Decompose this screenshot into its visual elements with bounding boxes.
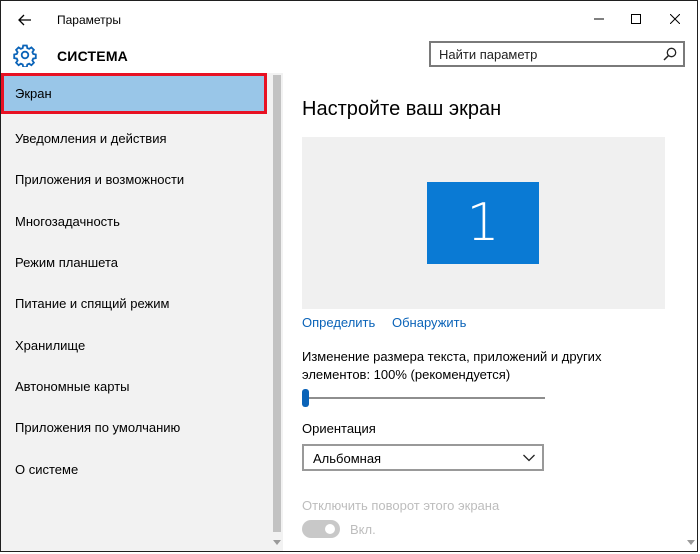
display-arrangement-area: 1 — [302, 137, 665, 309]
chevron-down-icon — [687, 539, 695, 545]
gear-icon — [13, 44, 37, 67]
sidebar-scrollbar-thumb[interactable] — [273, 75, 281, 532]
sidebar-item-label: Многозадачность — [15, 214, 120, 229]
sidebar-item-storage[interactable]: Хранилище — [1, 325, 267, 366]
orientation-label: Ориентация — [302, 421, 376, 436]
back-button[interactable] — [9, 5, 41, 35]
sidebar-item-label: Режим планшета — [15, 255, 118, 270]
search-input[interactable] — [439, 46, 649, 62]
settings-window: Параметры СИСТЕМА Найти параметр Экран У… — [0, 0, 698, 552]
scale-slider-thumb[interactable] — [302, 389, 309, 407]
chevron-down-icon — [273, 539, 281, 545]
sidebar-item-label: Питание и спящий режим — [15, 296, 170, 311]
close-icon — [670, 14, 680, 24]
window-title: Параметры — [57, 13, 121, 27]
rotation-lock-state: Вкл. — [350, 522, 376, 537]
content-scrollbar[interactable] — [685, 73, 697, 551]
maximize-icon — [631, 14, 641, 24]
toggle-knob — [325, 524, 335, 534]
close-button[interactable] — [652, 1, 697, 37]
sidebar-scroll-down-button[interactable] — [273, 537, 281, 547]
monitor-number: 1 — [466, 193, 500, 253]
scale-slider-track[interactable] — [302, 397, 545, 399]
sidebar-scrollbar[interactable] — [271, 73, 283, 551]
sidebar-item-label: Приложения и возможности — [15, 172, 185, 187]
arrow-left-icon — [18, 14, 31, 26]
rotation-lock-label: Отключить поворот этого экрана — [302, 498, 500, 513]
page-header: СИСТЕМА — [1, 39, 697, 73]
section-title: СИСТЕМА — [57, 48, 128, 64]
sidebar-item-label: Приложения по умолчанию — [15, 420, 181, 435]
monitor-tile[interactable]: 1 — [427, 182, 539, 264]
sidebar-item-default-apps[interactable]: Приложения по умолчанию — [1, 407, 267, 448]
search-icon[interactable] — [663, 47, 677, 61]
title-bar: Параметры — [1, 1, 697, 39]
sidebar-item-offline-maps[interactable]: Автономные карты — [1, 366, 267, 407]
page-title: Настройте ваш экран — [302, 98, 502, 120]
sidebar-item-tablet-mode[interactable]: Режим планшета — [1, 242, 267, 283]
sidebar-item-display[interactable]: Экран — [1, 73, 267, 114]
sidebar-item-power[interactable]: Питание и спящий режим — [1, 283, 267, 324]
scale-slider[interactable] — [302, 389, 545, 407]
orientation-select[interactable]: Альбомная — [302, 444, 544, 471]
sidebar-item-label: Экран — [15, 86, 52, 101]
sidebar-item-notifications[interactable]: Уведомления и действия — [1, 118, 267, 159]
sidebar-item-multitasking[interactable]: Многозадачность — [1, 201, 267, 242]
scale-label: Изменение размера текста, приложений и д… — [302, 349, 602, 382]
sidebar-item-label: Уведомления и действия — [15, 131, 167, 146]
rotation-lock-toggle[interactable] — [302, 520, 340, 538]
search-box[interactable] — [429, 41, 685, 67]
chevron-down-icon — [523, 454, 535, 462]
sidebar: Экран Уведомления и действия Приложения … — [1, 73, 271, 551]
sidebar-item-label: Хранилище — [15, 338, 86, 353]
sidebar-item-about[interactable]: О системе — [1, 449, 267, 490]
identify-link[interactable]: Определить — [302, 315, 375, 330]
minimize-icon — [594, 18, 604, 20]
detect-link[interactable]: Обнаружить — [392, 315, 466, 330]
sidebar-item-label: Автономные карты — [15, 379, 130, 394]
orientation-value: Альбомная — [313, 451, 382, 466]
content-scroll-down-button[interactable] — [687, 537, 695, 547]
sidebar-item-label: О системе — [15, 462, 79, 477]
sidebar-item-apps[interactable]: Приложения и возможности — [1, 159, 267, 200]
